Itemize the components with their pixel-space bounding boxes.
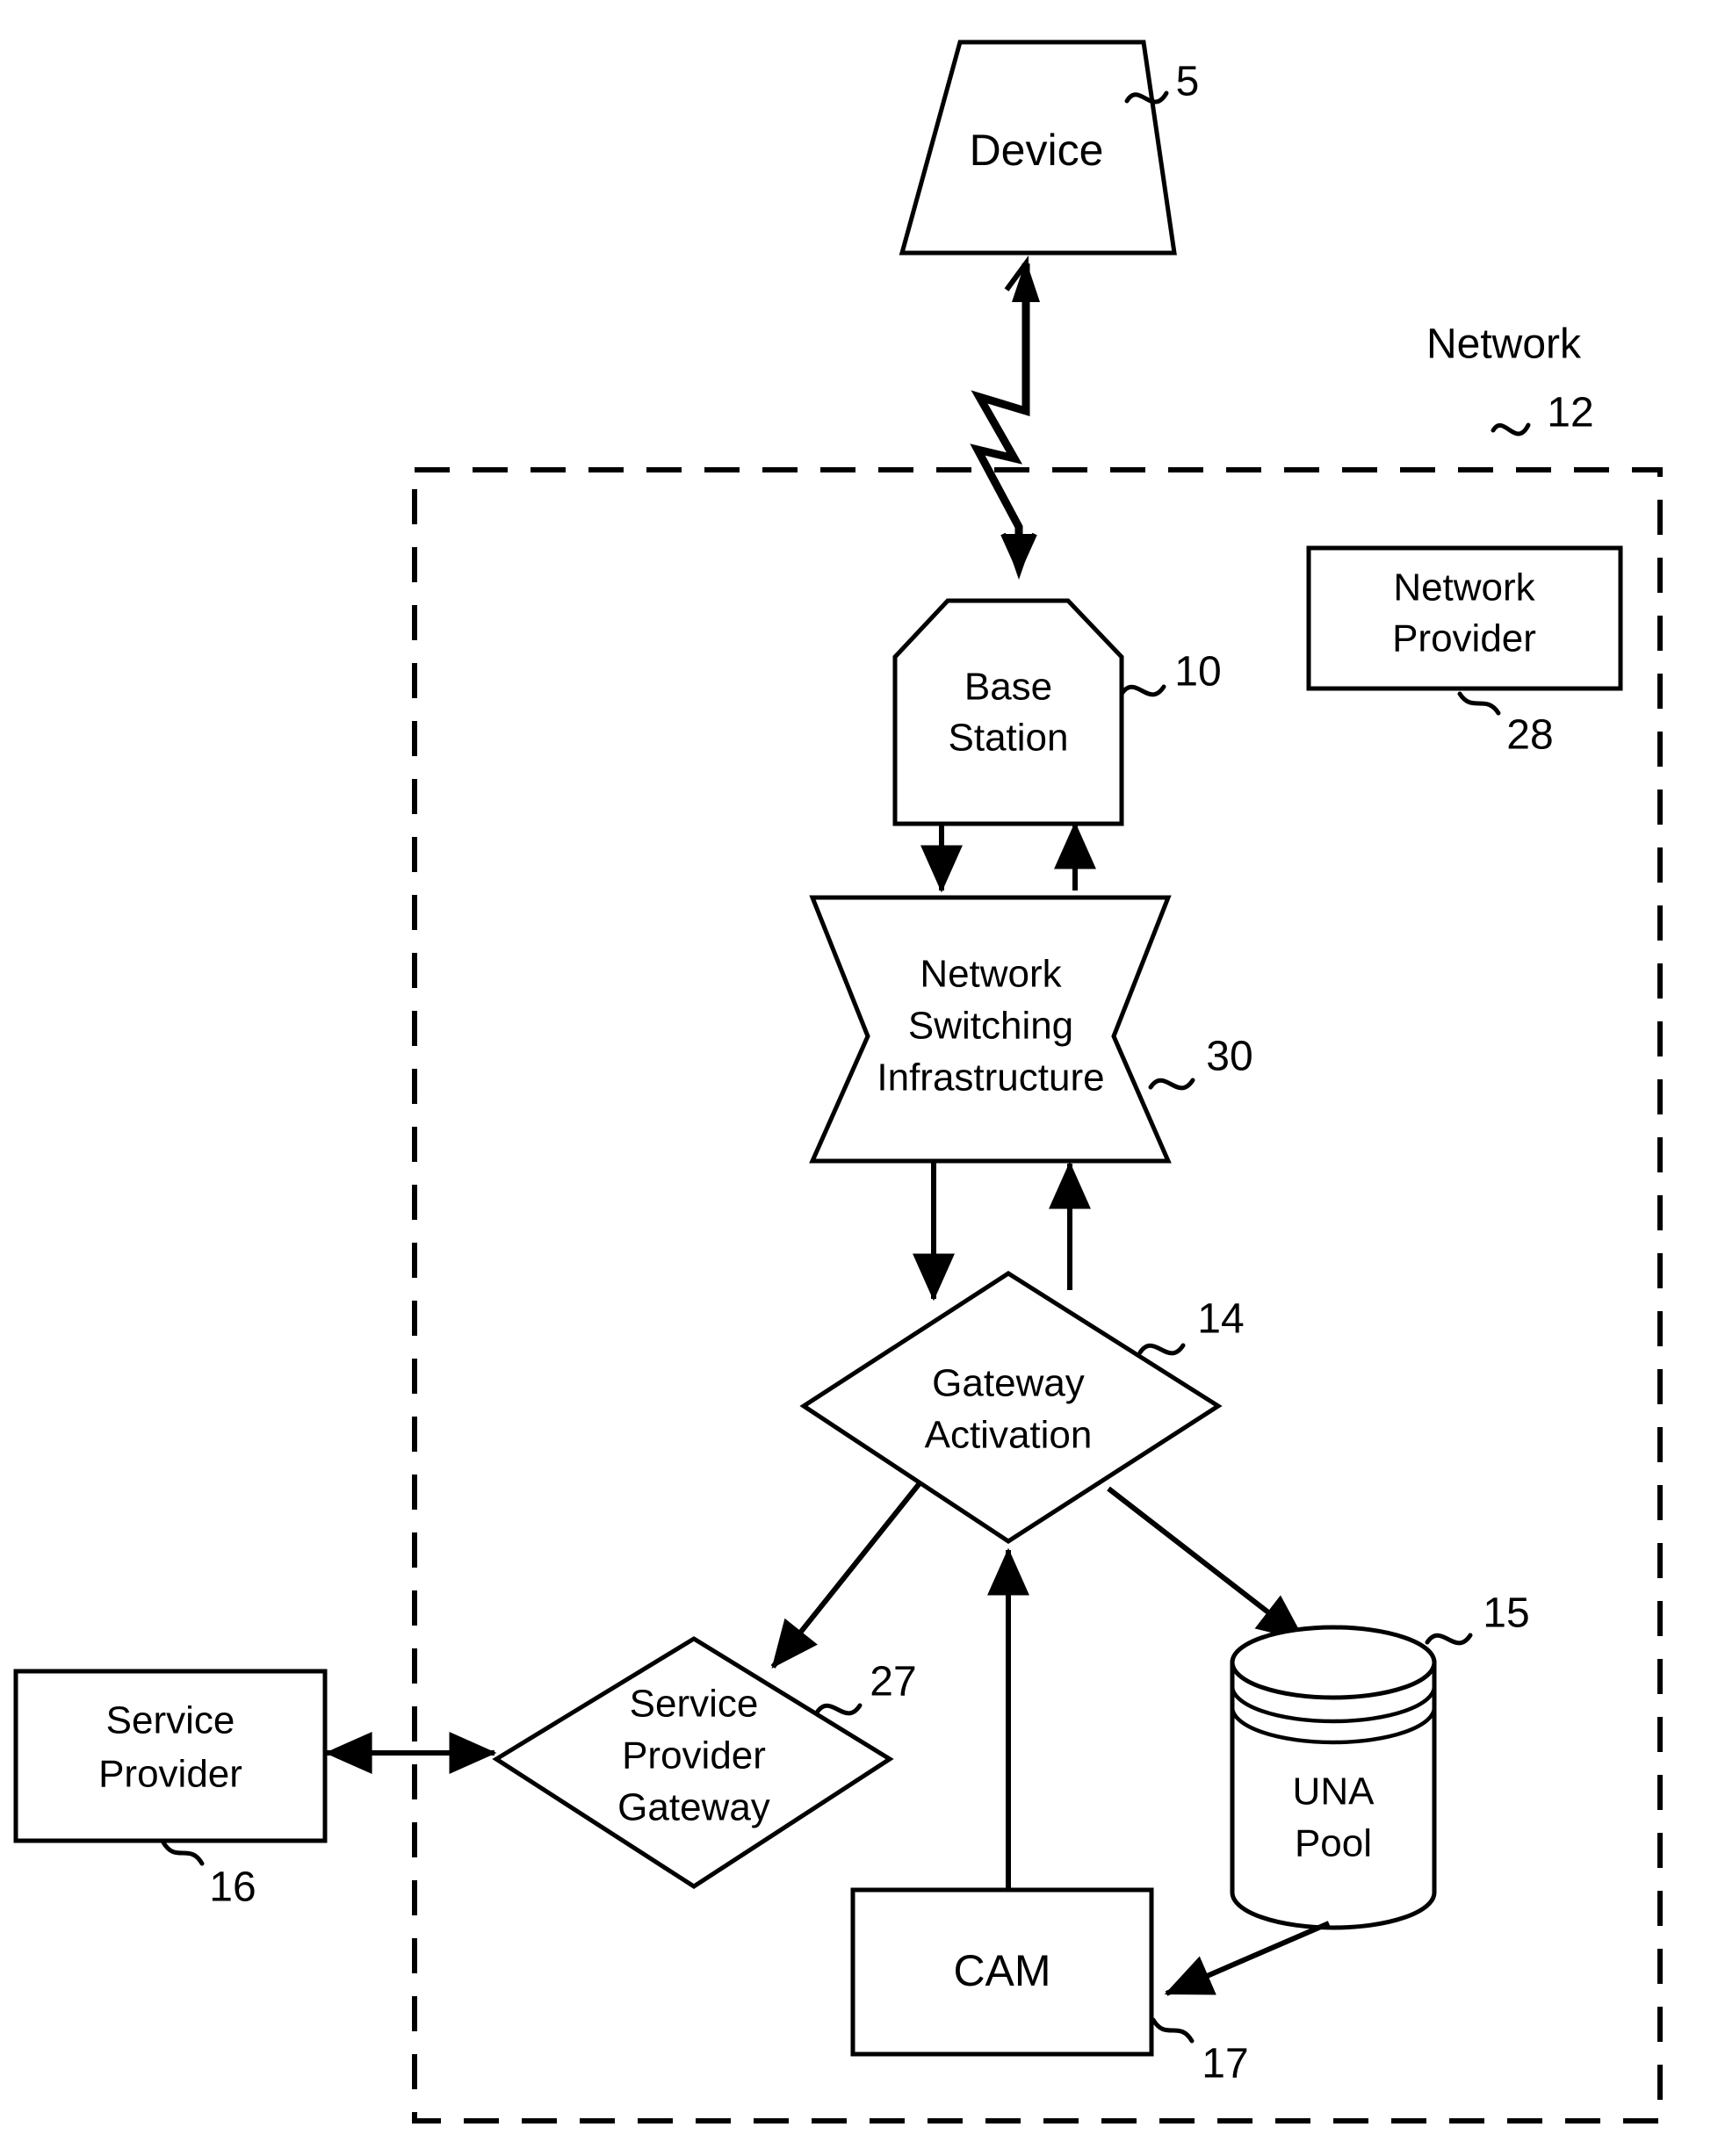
diagram-canvas: Network 12 Device 5 Base Station 10 Netw… xyxy=(0,0,1718,2156)
cam-ref: 17 xyxy=(1202,2041,1248,2087)
nsi-label-line1: Network xyxy=(920,953,1062,996)
cam-leader xyxy=(1151,2017,1195,2044)
sp-gateway-leader xyxy=(814,1703,863,1716)
service-provider-leader xyxy=(161,1840,205,1866)
service-provider-ref: 16 xyxy=(209,1864,256,1911)
base-station-label-line2: Station xyxy=(949,717,1069,760)
base-station-leader xyxy=(1119,684,1166,697)
gateway-activation-to-sp-gateway-arrow xyxy=(770,1482,922,1669)
sp-gateway-label-line3: Gateway xyxy=(617,1786,770,1829)
device-to-base-station-connector xyxy=(970,255,1040,580)
gateway-activation-label-line2: Activation xyxy=(925,1414,1093,1457)
network-provider-leader xyxy=(1457,691,1501,716)
device-ref: 5 xyxy=(1176,59,1200,105)
sp-gateway-label-line1: Service xyxy=(630,1683,759,1726)
network-boundary-leader xyxy=(1491,422,1531,436)
cam-label: CAM xyxy=(953,1946,1050,1995)
nsi-ref: 30 xyxy=(1206,1034,1252,1080)
base-station-node[interactable] xyxy=(892,598,1124,826)
nsi-label-line2: Switching xyxy=(908,1005,1073,1048)
device-label: Device xyxy=(970,126,1104,175)
nsi-label-line3: Infrastructure xyxy=(877,1056,1104,1100)
gateway-activation-label-line1: Gateway xyxy=(932,1362,1085,1405)
sp-gateway-label-line2: Provider xyxy=(622,1734,766,1777)
network-boundary-ref: 12 xyxy=(1547,390,1593,436)
una-pool-ref: 15 xyxy=(1483,1590,1529,1637)
una-pool-to-cam-arrow xyxy=(1164,1921,1331,1996)
patent-figure: Network 12 Device 5 Base Station 10 Netw… xyxy=(13,40,1663,2124)
network-provider-label-line2: Provider xyxy=(1392,617,1536,660)
base-station-label-line1: Base xyxy=(964,666,1052,709)
gateway-activation-to-una-pool-arrow xyxy=(1107,1486,1305,1642)
sp-gateway-ref: 27 xyxy=(870,1659,916,1705)
una-pool-label-line2: Pool xyxy=(1295,1822,1372,1865)
una-pool-label-line1: UNA xyxy=(1293,1770,1375,1813)
una-pool-leader xyxy=(1425,1633,1473,1646)
gateway-activation-ref: 14 xyxy=(1197,1296,1244,1343)
service-provider-label-line1: Service xyxy=(106,1699,235,1742)
service-provider-label-line2: Provider xyxy=(98,1753,242,1796)
network-boundary-label: Network xyxy=(1426,321,1582,368)
nsi-leader xyxy=(1148,1078,1195,1091)
gateway-activation-leader xyxy=(1137,1343,1186,1356)
base-station-ref: 10 xyxy=(1174,649,1221,696)
gateway-activation-node[interactable] xyxy=(799,1271,1223,1544)
network-provider-ref: 28 xyxy=(1506,712,1553,759)
network-provider-label-line1: Network xyxy=(1393,566,1535,609)
